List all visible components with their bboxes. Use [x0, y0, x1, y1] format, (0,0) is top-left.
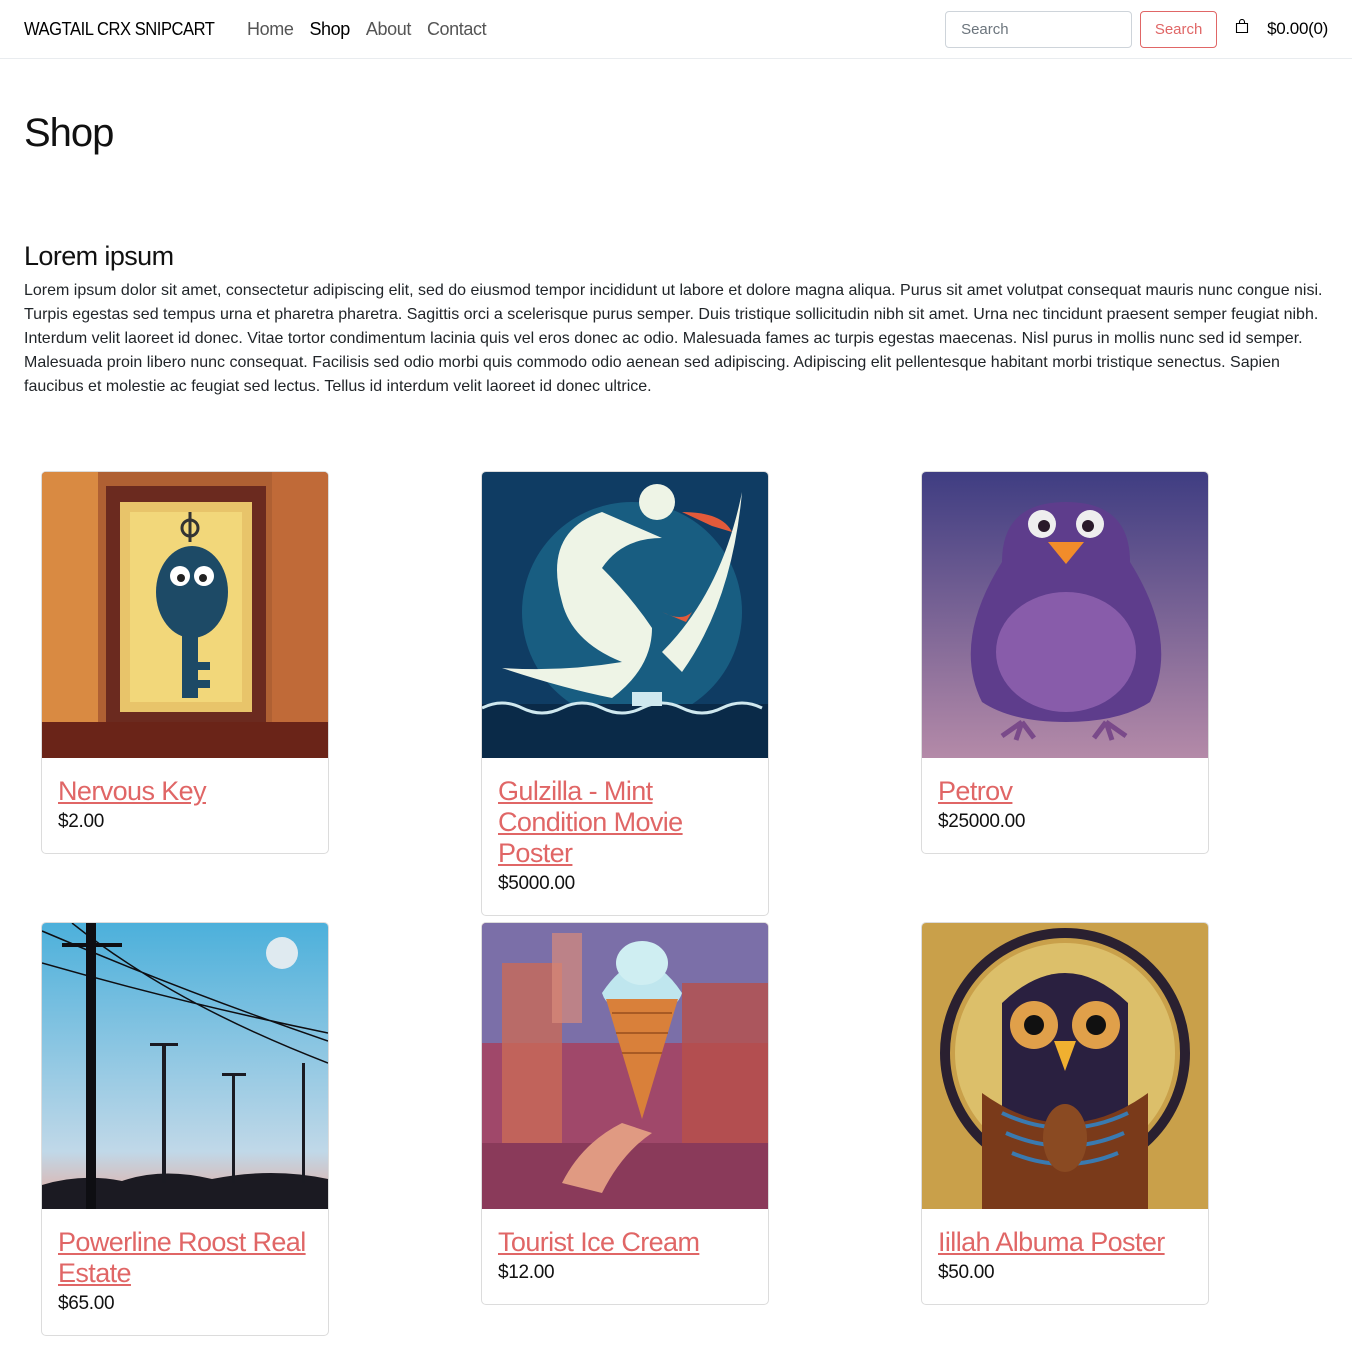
product-title-link[interactable]: Iillah Albuma Poster [938, 1227, 1192, 1258]
search-input[interactable] [945, 10, 1133, 48]
cart-total: $0.00(0) [1267, 19, 1328, 38]
tourist-ice-cream-image[interactable] [482, 923, 768, 1209]
product-price: $12.00 [498, 1262, 555, 1283]
nav-links: Home Shop About Contact [247, 19, 487, 40]
product-title-link[interactable]: Powerline Roost Real Estate [58, 1227, 312, 1289]
section-title: Lorem ipsum [24, 241, 174, 271]
product-card-gulzilla: Gulzilla - Mint Condition Movie Poster $… [481, 471, 769, 916]
product-card-tourist-ice-cream: Tourist Ice Cream $12.00 [481, 922, 769, 1305]
shopping-bag-icon [1235, 18, 1249, 39]
nervous-key-image[interactable] [42, 472, 328, 758]
brand-link[interactable]: WAGTAIL CRX SNIPCART [24, 19, 215, 40]
top-navbar: WAGTAIL CRX SNIPCART Home Shop About Con… [0, 0, 1352, 59]
product-price: $65.00 [58, 1293, 115, 1314]
petrov-image[interactable] [922, 472, 1208, 758]
nav-contact[interactable]: Contact [427, 19, 487, 40]
product-price: $2.00 [58, 811, 105, 832]
product-card-petrov: Petrov $25000.00 [921, 471, 1209, 854]
product-price: $5000.00 [498, 873, 575, 894]
page-title: Shop [24, 111, 114, 155]
nav-home[interactable]: Home [247, 19, 294, 40]
main-content: Shop Lorem ipsum Lorem ipsum dolor sit a… [0, 111, 1352, 399]
cart-link[interactable]: $0.00(0) [1235, 18, 1328, 39]
product-title-link[interactable]: Nervous Key [58, 776, 312, 807]
iillah-albuma-image[interactable] [922, 923, 1208, 1209]
product-price: $25000.00 [938, 811, 1026, 832]
product-title-link[interactable]: Gulzilla - Mint Condition Movie Poster [498, 776, 752, 869]
product-card-nervous-key: Nervous Key $2.00 [41, 471, 329, 854]
product-price: $50.00 [938, 1262, 995, 1283]
intro-paragraph: Lorem ipsum dolor sit amet, consectetur … [24, 282, 1323, 395]
powerline-roost-image[interactable] [42, 923, 328, 1209]
nav-about[interactable]: About [366, 19, 411, 40]
gulzilla-image[interactable] [482, 472, 768, 758]
product-card-powerline-roost: Powerline Roost Real Estate $65.00 [41, 922, 329, 1336]
product-title-link[interactable]: Tourist Ice Cream [498, 1227, 752, 1258]
product-card-iillah-albuma: Iillah Albuma Poster $50.00 [921, 922, 1209, 1305]
nav-shop[interactable]: Shop [309, 19, 350, 40]
search-button[interactable]: Search [1140, 10, 1218, 48]
nav-right: Search $0.00(0) [945, 10, 1328, 48]
product-title-link[interactable]: Petrov [938, 776, 1192, 807]
